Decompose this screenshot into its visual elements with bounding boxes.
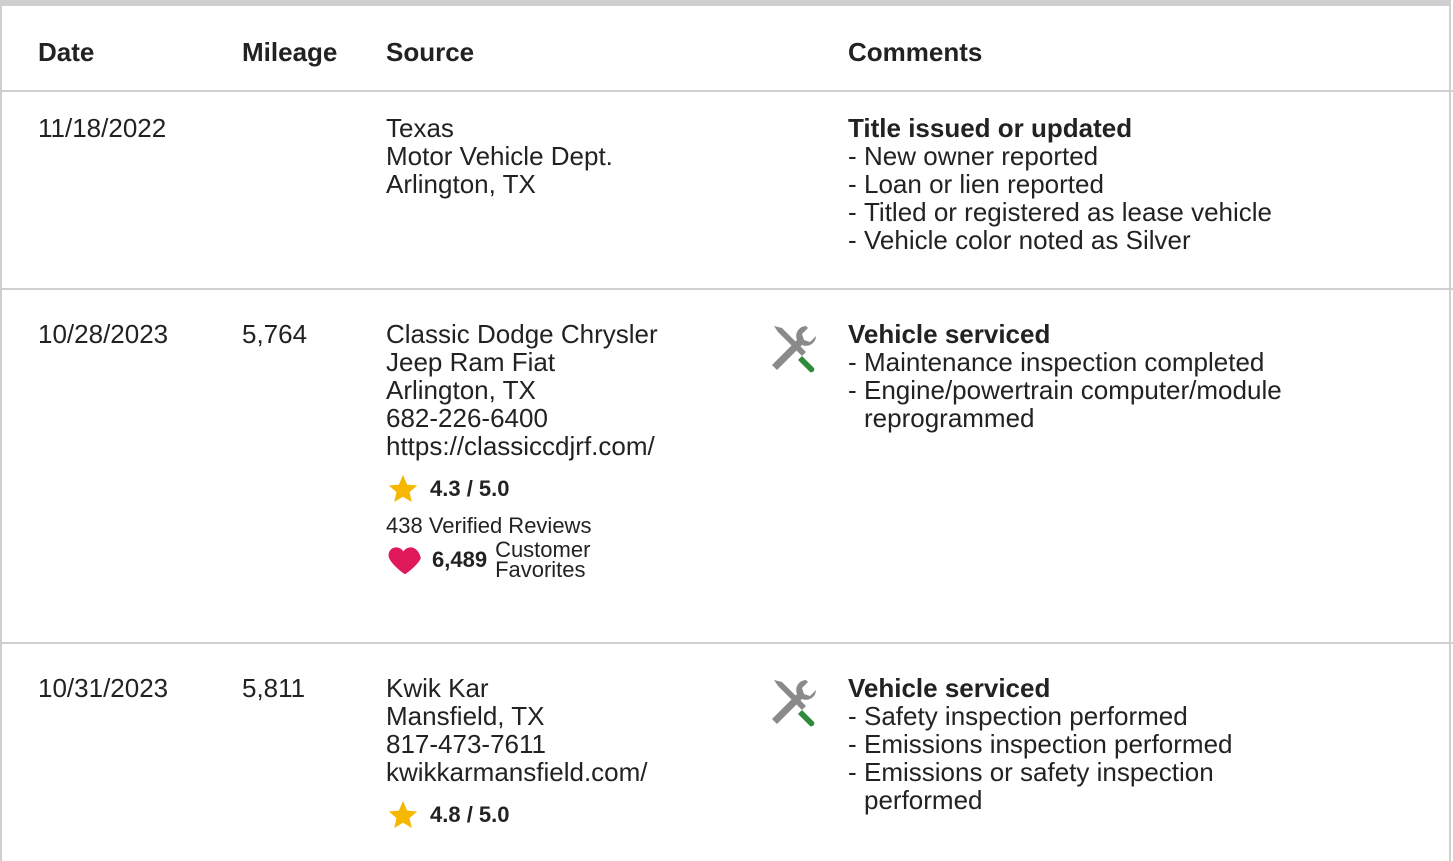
table-header-row: Date Mileage Source Comments [0,6,1453,92]
row-source: Texas Motor Vehicle Dept. Arlington, TX [386,114,613,198]
table-row: 10/28/2023 5,764 Classic Dodge Chrysler … [0,290,1453,644]
source-link[interactable]: https://classiccdjrf.com/ [386,432,658,460]
source-link[interactable]: kwikkarmansfield.com/ [386,758,648,786]
dealer-rating: 4.3 / 5.0 [386,472,658,506]
source-line: Motor Vehicle Dept. [386,141,613,171]
row-source: Classic Dodge Chrysler Jeep Ram Fiat Arl… [386,319,658,582]
comment-item: - Engine/powertrain computer/module [848,375,1282,405]
star-icon [388,800,418,829]
row-date: 11/18/2022 [38,113,167,143]
header-date: Date [38,37,95,67]
source-line: Classic Dodge Chrysler [386,319,658,349]
favorites-label: Customer Favorites [495,537,591,582]
source-line: Mansfield, TX [386,701,545,731]
row-date: 10/31/2023 [38,673,169,703]
comment-title: Vehicle serviced [848,673,1051,703]
comment-item: - Loan or lien reported [848,169,1104,199]
source-line: Kwik Kar [386,673,489,703]
comment-item: - Vehicle color noted as Silver [848,225,1191,255]
comment-title: Vehicle serviced [848,319,1051,349]
comment-item: reprogrammed [864,403,1035,433]
verified-reviews-link[interactable]: 438 Verified Reviews [386,514,658,538]
comment-item: - New owner reported [848,141,1099,171]
comment-item: - Emissions inspection performed [848,729,1233,759]
row-source: Kwik Kar Mansfield, TX 817-473-7611 kwik… [386,674,648,832]
source-line: Arlington, TX [386,375,536,405]
comment-item: performed [864,785,983,815]
source-line: Arlington, TX [386,169,536,199]
source-line: 682-226-6400 [386,403,548,433]
star-icon [388,474,418,503]
header-comments: Comments [848,37,983,67]
customer-favorites: 6,489 Customer Favorites [386,537,658,582]
row-comments: Vehicle serviced - Maintenance inspection… [848,320,1282,432]
source-line: Texas [386,113,454,143]
heart-icon [388,547,421,575]
source-line: Jeep Ram Fiat [386,347,556,377]
rating-score: 4.3 / 5.0 [430,476,510,501]
header-source: Source [386,37,475,67]
wrench-screwdriver-icon [772,326,816,373]
row-date: 10/28/2023 [38,319,169,349]
comment-item: - Titled or registered as lease vehicle [848,197,1273,227]
row-mileage: 5,811 [242,673,306,703]
comment-item: - Maintenance inspection completed [848,347,1265,377]
rating-score: 4.8 / 5.0 [430,802,510,827]
table-row: 10/31/2023 5,811 Kwik Kar Mansfield, TX … [0,644,1453,861]
table-row: 11/18/2022 Texas Motor Vehicle Dept. Arl… [0,92,1453,290]
row-mileage: 5,764 [242,319,308,349]
wrench-screwdriver-icon [772,680,816,727]
comment-item: - Safety inspection performed [848,701,1188,731]
row-comments: Vehicle serviced - Safety inspection perf… [848,674,1233,814]
header-mileage: Mileage [242,37,338,67]
source-line: 817-473-7611 [386,729,546,759]
row-comments: Title issued or updated - New owner repor… [848,114,1272,254]
comment-item: - Emissions or safety inspection [848,757,1214,787]
comment-title: Title issued or updated [848,113,1133,143]
favorites-count: 6,489 [432,547,488,572]
dealer-rating: 4.8 / 5.0 [386,798,648,832]
